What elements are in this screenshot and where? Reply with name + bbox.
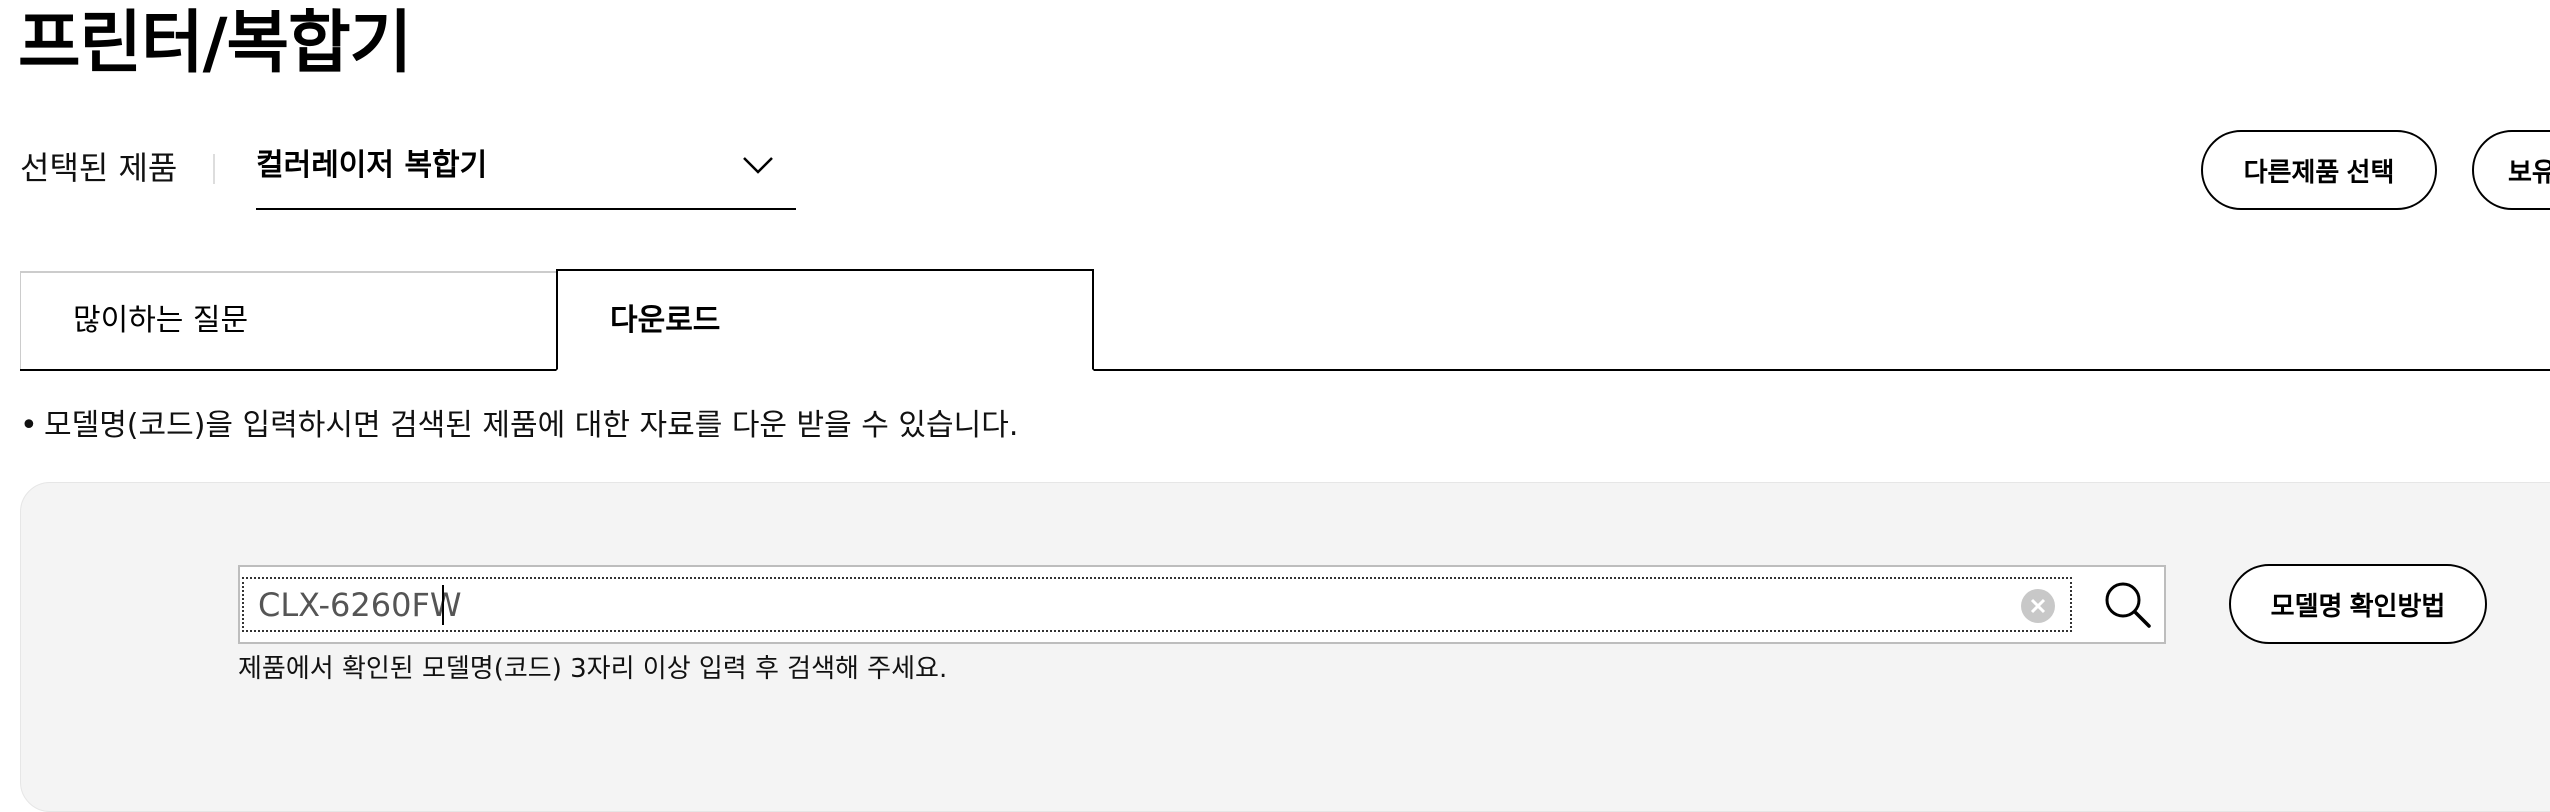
notice-text: 모델명(코드)을 입력하시면 검색된 제품에 대한 자료를 다운 받을 수 있습… [44, 408, 1019, 443]
clear-icon[interactable] [2021, 589, 2055, 623]
search-panel [20, 482, 2550, 812]
tab-baseline [20, 369, 2550, 371]
label-divider [213, 154, 215, 184]
search-hint-text: 제품에서 확인된 모델명(코드) 3자리 이상 입력 후 검색해 주세요. [238, 654, 948, 684]
model-search-box [238, 565, 2166, 644]
product-select-value: 컬러레이저 복합기 [256, 148, 488, 183]
model-name-help-button[interactable]: 모델명 확인방법 [2229, 564, 2487, 644]
search-input-focus-ring [242, 577, 2072, 632]
tab-bar: 많이하는 질문 다운로드 [20, 269, 2550, 371]
chevron-down-icon [743, 157, 773, 174]
page-title: 프린터/복합기 [18, 4, 412, 83]
selected-product-label: 선택된 제품 [20, 149, 178, 187]
search-icon[interactable] [2100, 577, 2156, 633]
owned-product-button[interactable]: 보유 [2472, 130, 2550, 210]
product-select-dropdown[interactable]: 컬러레이저 복합기 [256, 140, 796, 210]
tab-download[interactable]: 다운로드 [556, 269, 1094, 371]
notice-bullet: • [20, 408, 38, 443]
tab-faq[interactable]: 많이하는 질문 [20, 271, 557, 369]
select-other-product-button[interactable]: 다른제품 선택 [2201, 130, 2437, 210]
model-search-input[interactable] [258, 583, 1958, 627]
download-notice: • 모델명(코드)을 입력하시면 검색된 제품에 대한 자료를 다운 받을 수 있… [20, 404, 1018, 448]
text-caret [442, 585, 444, 625]
